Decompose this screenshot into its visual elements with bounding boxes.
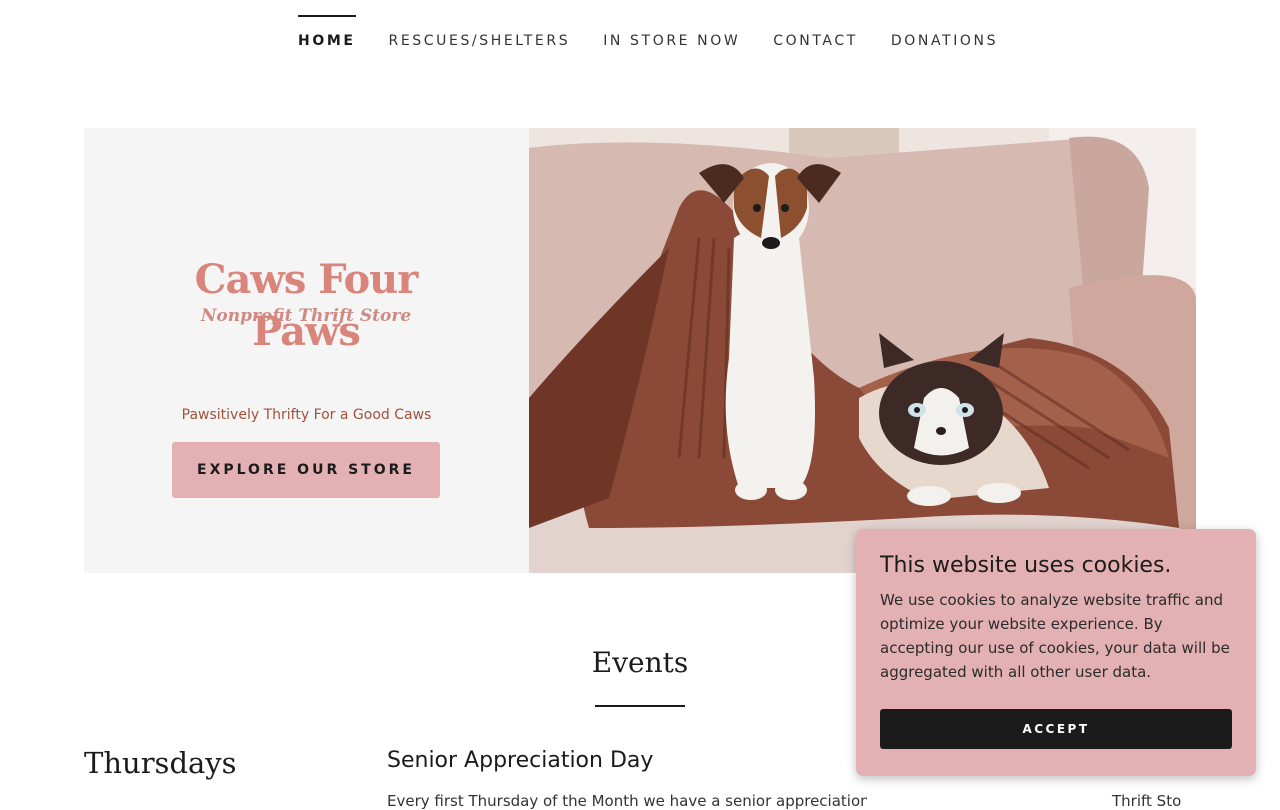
event-description-continued: Thrift Sto [1112, 792, 1182, 810]
explore-store-button[interactable]: EXPLORE OUR STORE [172, 442, 440, 498]
top-navigation: HOME RESCUES/SHELTERS IN STORE NOW CONTA… [0, 0, 1280, 80]
hero-section: Caws Four Paws Nonprofit Thrift Store Pa… [84, 128, 1196, 573]
hero-left-panel: Caws Four Paws Nonprofit Thrift Store Pa… [84, 128, 529, 573]
nav-item-contact[interactable]: CONTACT [773, 15, 858, 49]
logo-subtitle: Nonprofit Thrift Store [200, 306, 412, 326]
nav-list: HOME RESCUES/SHELTERS IN STORE NOW CONTA… [298, 15, 998, 49]
hero-photo-dog-and-cat [529, 128, 1196, 573]
nav-item-donations[interactable]: DONATIONS [891, 15, 998, 49]
cookie-title: This website uses cookies. [880, 553, 1172, 578]
nav-item-home[interactable]: HOME [298, 15, 356, 49]
accept-cookies-button[interactable]: ACCEPT [880, 709, 1232, 749]
nav-item-rescues-shelters[interactable]: RESCUES/SHELTERS [389, 15, 571, 49]
cookie-message: We use cookies to analyze website traffi… [880, 591, 1230, 681]
cookie-consent-banner: This website uses cookies. We use cookie… [856, 529, 1256, 776]
event-day-label: Thursdays [84, 746, 237, 780]
hero-tagline: Pawsitively Thrifty For a Good Caws [181, 407, 432, 423]
nav-item-in-store-now[interactable]: IN STORE NOW [603, 15, 740, 49]
event-description: Every first Thursday of the Month we hav… [387, 792, 867, 810]
event-title: Senior Appreciation Day [387, 748, 654, 773]
events-divider [595, 705, 685, 707]
brand-logo[interactable]: Caws Four Paws Nonprofit Thrift Store [146, 254, 466, 355]
